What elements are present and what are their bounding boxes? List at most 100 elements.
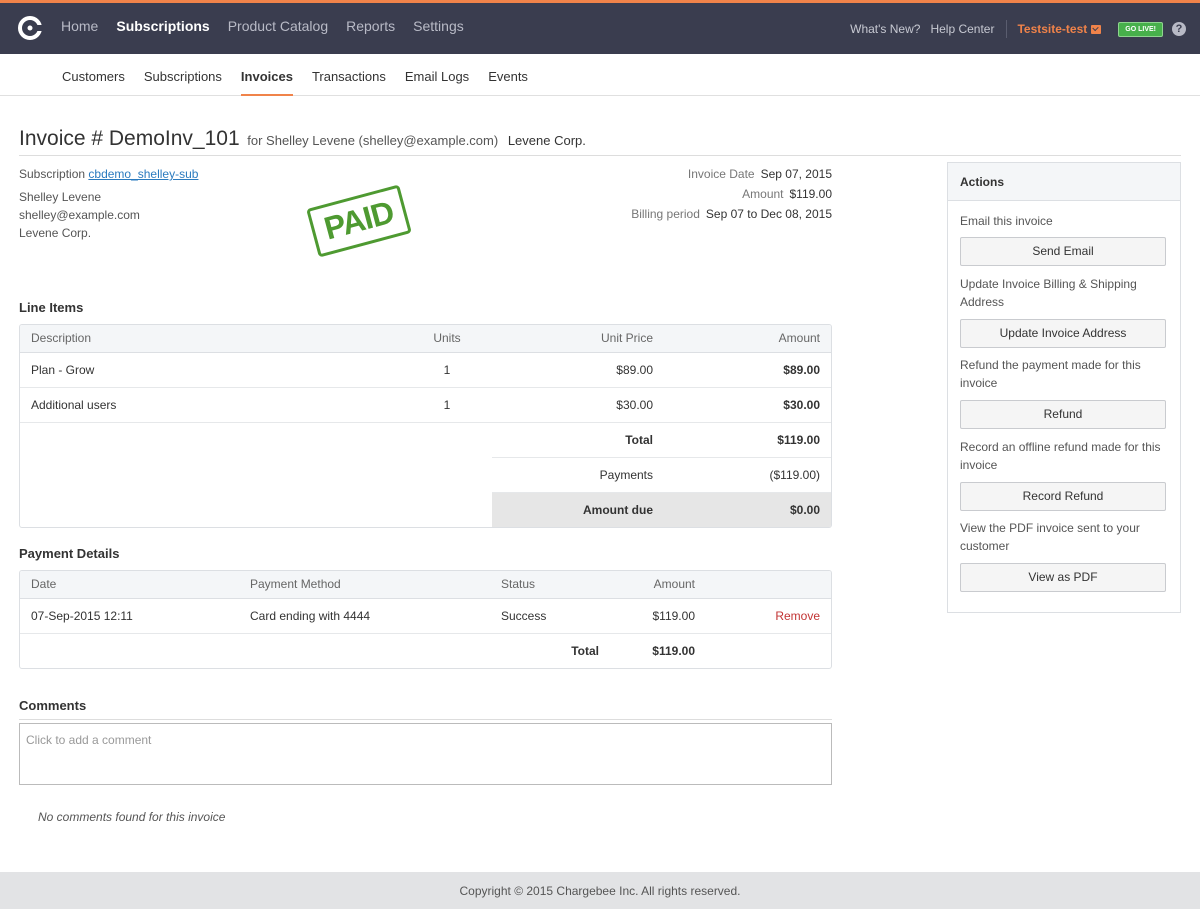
send-email-button[interactable]: Send Email: [960, 237, 1166, 266]
action-description: Email this invoice: [960, 214, 1053, 228]
no-comments-text: No comments found for this invoice: [38, 810, 226, 824]
footer: Copyright © 2015 Chargebee Inc. All righ…: [0, 872, 1200, 909]
page-title: Invoice # DemoInv_101: [19, 127, 240, 150]
payment-method: Card ending with 4444: [239, 598, 490, 634]
help-center-link[interactable]: Help Center: [930, 22, 994, 36]
col-payment-amount: Amount: [610, 571, 706, 599]
tab-email-logs[interactable]: Email Logs: [405, 54, 469, 96]
nav-reports[interactable]: Reports: [346, 18, 395, 34]
help-icon[interactable]: ?: [1172, 22, 1186, 36]
payment-details-table: Date Payment Method Status Amount 07-Sep…: [19, 570, 832, 669]
payment-total-row: Total $119.00: [20, 633, 831, 668]
amount-due-label: Amount due: [492, 492, 664, 527]
nav-home[interactable]: Home: [61, 18, 98, 34]
refund-button[interactable]: Refund: [960, 400, 1166, 429]
subscription-link[interactable]: cbdemo_shelley-sub: [88, 167, 198, 181]
customer-email: shelley@example.com: [19, 208, 140, 222]
sub-navbar: Customers Subscriptions Invoices Transac…: [0, 54, 1200, 96]
action-description: Update Invoice Billing & Shipping Addres…: [960, 277, 1137, 309]
nav-divider: [1006, 20, 1008, 38]
amount-label: Amount: [742, 187, 784, 201]
payment-total-label: Total: [571, 643, 599, 658]
invoice-meta: Invoice Date Sep 07, 2015 Amount $119.00 B…: [631, 164, 832, 224]
site-switcher[interactable]: Testsite-test: [1017, 22, 1102, 36]
payments-label: Payments: [492, 457, 664, 493]
go-live-button[interactable]: GO LIVE!: [1118, 21, 1163, 37]
payment-details-heading: Payment Details: [19, 546, 120, 561]
item-unit-price: $30.00: [492, 387, 664, 423]
customer-details: Shelley Levene shelley@example.com Leven…: [19, 188, 140, 242]
col-date: Date: [20, 571, 239, 599]
item-amount: $89.00: [664, 352, 831, 388]
invoice-date-label: Invoice Date: [687, 167, 755, 181]
table-row: Plan - Grow 1 $89.00 $89.00: [20, 352, 831, 388]
item-units: 1: [402, 387, 492, 423]
nav-product-catalog[interactable]: Product Catalog: [228, 18, 328, 34]
col-description: Description: [20, 325, 402, 353]
customer-company: Levene Corp.: [19, 226, 92, 240]
action-description: Record an offline refund made for this i…: [960, 440, 1161, 472]
item-unit-price: $89.00: [492, 352, 664, 388]
total-label: Total: [492, 422, 664, 458]
invoice-amount: $119.00: [789, 187, 833, 201]
comment-input[interactable]: Click to add a comment: [19, 723, 832, 785]
total-row: Total $119.00: [20, 422, 831, 458]
table-row: 07-Sep-2015 12:11 Card ending with 4444 …: [20, 598, 831, 634]
nav-right: What's New? Help Center Testsite-test GO…: [850, 20, 1200, 38]
action-description: Refund the payment made for this invoice: [960, 358, 1141, 390]
remove-payment-link[interactable]: Remove: [775, 609, 820, 623]
amount-due-row: Amount due $0.00: [20, 492, 831, 527]
actions-panel: Actions Email this invoice Send Email Up…: [947, 162, 1181, 613]
whats-new-link[interactable]: What's New?: [850, 22, 920, 36]
tab-transactions[interactable]: Transactions: [312, 54, 386, 96]
payment-date: 07-Sep-2015 12:11: [20, 598, 239, 634]
invoice-date: Sep 07, 2015: [760, 167, 832, 181]
col-status: Status: [490, 571, 610, 599]
col-amount: Amount: [664, 325, 831, 353]
subscription-label: Subscription: [19, 167, 86, 181]
record-refund-button[interactable]: Record Refund: [960, 482, 1166, 511]
paid-stamp: PAID: [306, 184, 412, 258]
item-description: Additional users: [20, 387, 402, 423]
update-invoice-address-button[interactable]: Update Invoice Address: [960, 319, 1166, 348]
nav-settings[interactable]: Settings: [413, 18, 464, 34]
total-value: $119.00: [664, 422, 831, 458]
site-name: Testsite-test: [1017, 22, 1088, 36]
payment-status: Success: [490, 598, 610, 634]
invoice-company: Levene Corp.: [507, 133, 586, 148]
tab-events[interactable]: Events: [488, 54, 528, 96]
payment-amount: $119.00: [610, 598, 706, 634]
invoice-header: Invoice # DemoInv_101 for Shelley Levene…: [19, 127, 1181, 156]
line-items-table: Description Units Unit Price Amount Plan…: [19, 324, 832, 528]
item-units: 1: [402, 352, 492, 388]
tab-customers[interactable]: Customers: [62, 54, 125, 96]
actions-heading: Actions: [948, 163, 1180, 201]
billing-period: Sep 07 to Dec 08, 2015: [705, 207, 832, 221]
action-description: View the PDF invoice sent to your custom…: [960, 521, 1140, 553]
payments-row: Payments ($119.00): [20, 457, 831, 493]
main-nav: Home Subscriptions Product Catalog Repor…: [61, 18, 464, 34]
line-items-heading: Line Items: [19, 300, 84, 315]
nav-subscriptions[interactable]: Subscriptions: [116, 18, 209, 34]
payments-value: ($119.00): [664, 457, 831, 493]
item-description: Plan - Grow: [20, 352, 402, 388]
comments-heading: Comments: [19, 698, 87, 713]
comments-divider: [19, 719, 832, 720]
view-pdf-button[interactable]: View as PDF: [960, 563, 1166, 592]
col-units: Units: [402, 325, 492, 353]
subscription-info: Subscription cbdemo_shelley-sub: [19, 165, 198, 183]
col-unit-price: Unit Price: [492, 325, 664, 353]
customer-name: Shelley Levene: [19, 190, 102, 204]
amount-due-value: $0.00: [664, 492, 831, 527]
col-payment-method: Payment Method: [239, 571, 490, 599]
table-row: Additional users 1 $30.00 $30.00: [20, 387, 831, 423]
tab-invoices[interactable]: Invoices: [240, 54, 293, 96]
billing-period-label: Billing period: [631, 207, 700, 221]
tab-subscriptions[interactable]: Subscriptions: [144, 54, 222, 96]
payment-total-value: $119.00: [652, 643, 695, 658]
invoice-customer: for Shelley Levene (shelley@example.com): [247, 133, 499, 148]
chargebee-logo-icon[interactable]: [18, 16, 42, 40]
dropdown-icon: [1091, 24, 1102, 34]
item-amount: $30.00: [664, 387, 831, 423]
top-navbar: Home Subscriptions Product Catalog Repor…: [0, 0, 1200, 54]
